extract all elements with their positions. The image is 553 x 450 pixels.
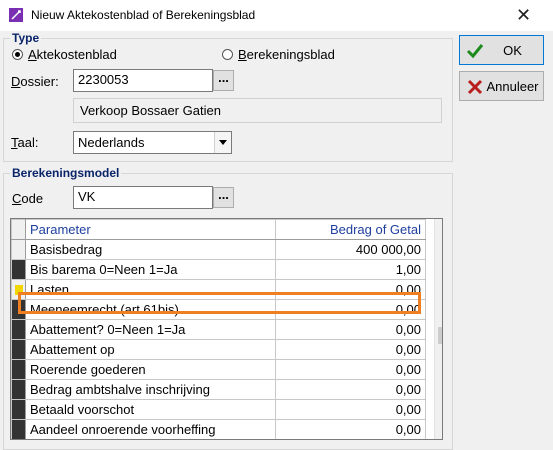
radio-ber-label: Berekeningsblad (238, 47, 335, 62)
dossier-label: Dossier: (11, 74, 59, 89)
param-cell[interactable]: Betaald voorschot (25, 399, 276, 420)
cancel-label: Annuleer (486, 78, 539, 94)
grid-header-row: Parameter Bedrag of Getal (11, 219, 426, 240)
table-row[interactable]: Lasten 0,00 (11, 279, 426, 300)
value-cell[interactable]: 0,00 (275, 419, 426, 439)
title-bar: Nieuw Aktekostenblad of Berekeningsblad … (0, 0, 553, 31)
param-cell[interactable]: Basisbedrag (25, 239, 276, 260)
param-cell[interactable]: Aandeel onroerende voorheffing (25, 419, 276, 439)
value-cell[interactable]: 0,00 (275, 379, 426, 400)
value-cell[interactable]: 0,00 (275, 359, 426, 380)
close-icon[interactable]: ✕ (516, 5, 531, 26)
radio-dot-akte (12, 49, 23, 60)
vertical-scrollbar[interactable] (434, 219, 442, 439)
dossier-input[interactable]: 2230053 (73, 69, 213, 92)
table-row[interactable]: Roerende goederen 0,00 (11, 359, 426, 380)
taal-select[interactable]: Nederlands (73, 131, 232, 154)
dossier-browse-button[interactable]: ... (213, 70, 234, 91)
row-indicator-current (11, 279, 26, 300)
param-cell[interactable]: Abattement? 0=Neen 1=Ja (25, 319, 276, 340)
berekeningsmodel-legend: Berekeningsmodel (12, 166, 120, 180)
value-cell[interactable]: 0,00 (275, 399, 426, 420)
dialog-body: Type Aktekostenblad Berekeningsblad Doss… (0, 31, 553, 450)
row-indicator (11, 419, 26, 439)
chevron-down-icon[interactable] (214, 132, 231, 153)
code-label: Code (12, 191, 44, 206)
table-row[interactable]: Meeneemrecht (art.61bis) 0,00 (11, 299, 426, 320)
column-header-value[interactable]: Bedrag of Getal (275, 219, 426, 240)
value-cell[interactable]: 0,00 (275, 339, 426, 360)
radio-akte-label: Aktekostenblad (28, 47, 117, 62)
table-row[interactable]: Bedrag ambtshalve inschrijving 0,00 (11, 379, 426, 400)
param-cell[interactable]: Lasten (25, 279, 276, 300)
parameter-grid: Parameter Bedrag of Getal Basisbedrag 40… (10, 218, 443, 440)
table-row[interactable]: Abattement op 0,00 (11, 339, 426, 360)
table-row[interactable]: Aandeel onroerende voorheffing 0,00 (11, 419, 426, 439)
param-cell[interactable]: Roerende goederen (25, 359, 276, 380)
radio-aktekostenblad[interactable]: Aktekostenblad (12, 47, 117, 62)
param-cell[interactable]: Bis barema 0=Neen 1=Ja (25, 259, 276, 280)
row-indicator (11, 259, 26, 280)
row-indicator (11, 299, 26, 320)
value-cell[interactable]: 0,00 (275, 299, 426, 320)
row-indicator (11, 239, 26, 260)
taal-selected: Nederlands (78, 135, 145, 150)
row-indicator (11, 399, 26, 420)
dossier-description: Verkoop Bossaer Gatien (73, 98, 442, 123)
radio-dot-ber (222, 49, 233, 60)
current-row-marker-icon (15, 285, 23, 295)
type-legend: Type (12, 31, 40, 45)
table-row[interactable]: Basisbedrag 400 000,00 (11, 239, 426, 260)
code-input[interactable]: VK (73, 186, 213, 209)
scrollbar-thumb[interactable] (438, 327, 442, 344)
value-cell[interactable]: 400 000,00 (275, 239, 426, 260)
value-cell[interactable]: 0,00 (275, 279, 426, 300)
app-icon (9, 8, 23, 22)
row-indicator (11, 379, 26, 400)
table-row[interactable]: Abattement? 0=Neen 1=Ja 0,00 (11, 319, 426, 340)
param-cell[interactable]: Bedrag ambtshalve inschrijving (25, 379, 276, 400)
cancel-button[interactable]: Annuleer (459, 71, 544, 101)
row-indicator (11, 319, 26, 340)
taal-label: Taal: (11, 135, 39, 150)
column-header-parameter[interactable]: Parameter (25, 219, 276, 240)
code-browse-button[interactable]: ... (213, 187, 234, 208)
row-indicator (11, 359, 26, 380)
param-cell[interactable]: Meeneemrecht (art.61bis) (25, 299, 276, 320)
radio-berekeningsblad[interactable]: Berekeningsblad (222, 47, 335, 62)
value-cell[interactable]: 1,00 (275, 259, 426, 280)
value-cell[interactable]: 0,00 (275, 319, 426, 340)
table-row[interactable]: Betaald voorschot 0,00 (11, 399, 426, 420)
parameter-table: Parameter Bedrag of Getal Basisbedrag 40… (11, 219, 426, 439)
window-title: Nieuw Aktekostenblad of Berekeningsblad (31, 8, 256, 22)
row-indicator (11, 339, 26, 360)
ok-button[interactable]: OK (459, 35, 544, 65)
ok-label: OK (503, 42, 522, 58)
row-indicator-header (11, 219, 26, 240)
param-cell[interactable]: Abattement op (25, 339, 276, 360)
table-row[interactable]: Bis barema 0=Neen 1=Ja 1,00 (11, 259, 426, 280)
